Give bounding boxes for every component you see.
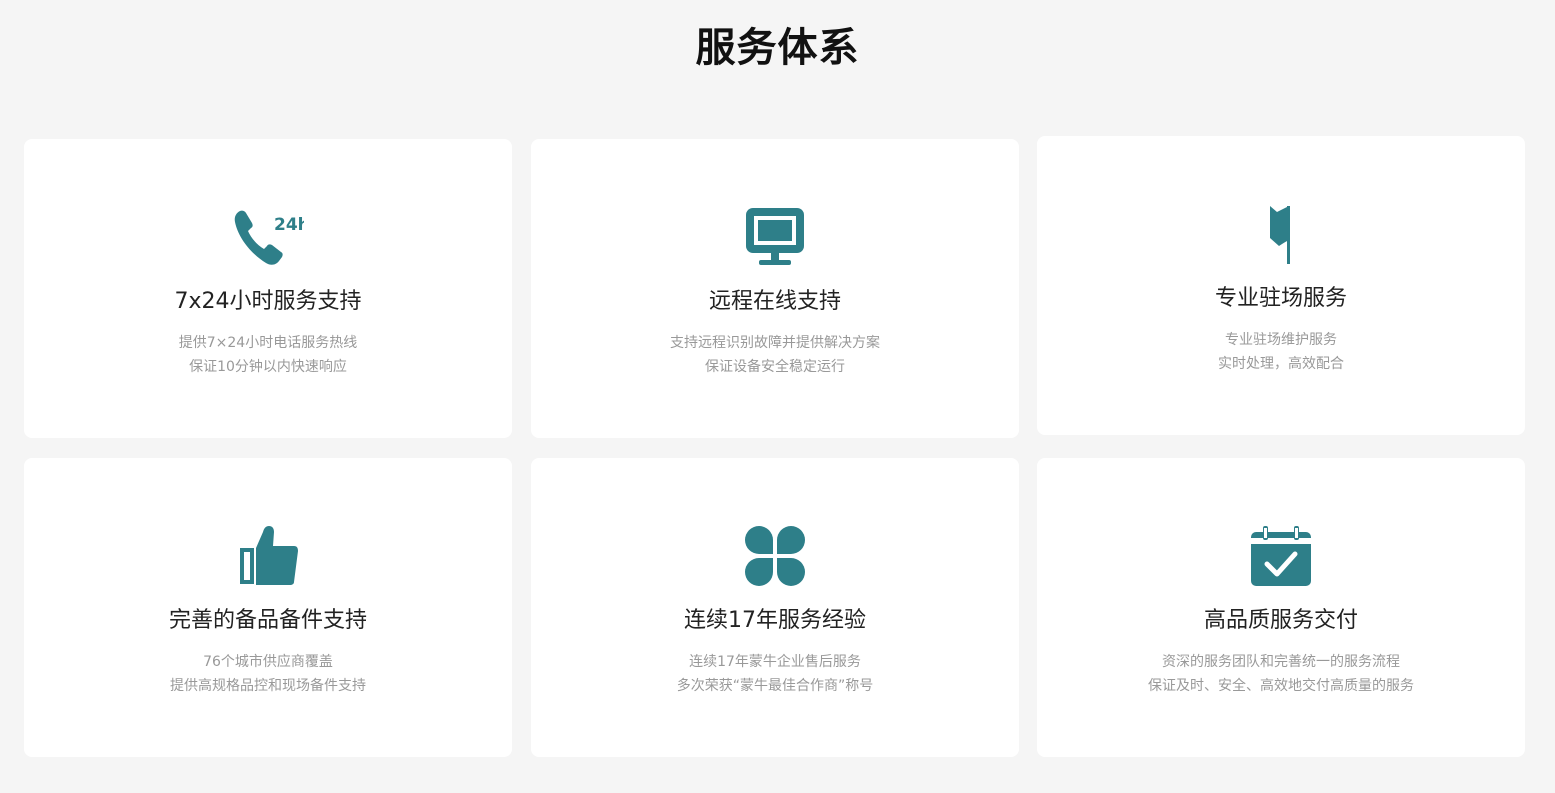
phone-24h-icon: 24h (24, 205, 512, 269)
card-title: 高品质服务交付 (1203, 608, 1358, 633)
card-title: 完善的备品备件支持 (168, 608, 367, 633)
card-desc-line-1: 连续17年蒙牛企业售后服务 (689, 654, 861, 670)
service-card-quality-delivery: 高品质服务交付 资深的服务团队和完善统一的服务流程 保证及时、安全、高效地交付高… (1037, 458, 1525, 757)
service-card-onsite-service: 专业驻场服务 专业驻场维护服务 实时处理，高效配合 (1037, 136, 1525, 435)
service-card-24h-support: 24h 7x24小时服务支持 提供7×24小时电话服务热线 保证10分钟以内快速… (24, 139, 512, 438)
card-description: 连续17年蒙牛企业售后服务 多次荣获“蒙牛最佳合作商”称号 (531, 650, 1019, 698)
card-desc-line-1: 提供7×24小时电话服务热线 (178, 335, 358, 351)
card-desc-line-1: 支持远程识别故障并提供解决方案 (670, 335, 880, 351)
card-title: 连续17年服务经验 (684, 608, 866, 633)
card-desc-line-2: 实时处理，高效配合 (1218, 356, 1344, 372)
service-card-remote-support: 远程在线支持 支持远程识别故障并提供解决方案 保证设备安全稳定运行 (531, 139, 1019, 438)
section-title: 服务体系 (695, 25, 860, 71)
card-description: 提供7×24小时电话服务热线 保证10分钟以内快速响应 (24, 331, 512, 379)
clover-icon (531, 524, 1019, 588)
card-title: 7x24小时服务支持 (174, 289, 362, 314)
service-system-page: 服务体系 24h 7x24小时服务支持 提供7×24小时电话服务热线 保证10分… (0, 0, 1555, 793)
card-desc-line-1: 资深的服务团队和完善统一的服务流程 (1162, 654, 1400, 670)
card-desc-line-2: 保证设备安全稳定运行 (705, 359, 845, 375)
card-desc-line-2: 保证10分钟以内快速响应 (189, 359, 347, 375)
card-desc-line-2: 提供高规格品控和现场备件支持 (170, 678, 366, 694)
card-description: 76个城市供应商覆盖 提供高规格品控和现场备件支持 (24, 650, 512, 698)
card-desc-line-1: 76个城市供应商覆盖 (203, 654, 333, 670)
card-desc-line-2: 多次荣获“蒙牛最佳合作商”称号 (676, 678, 874, 694)
service-card-experience: 连续17年服务经验 连续17年蒙牛企业售后服务 多次荣获“蒙牛最佳合作商”称号 (531, 458, 1019, 757)
card-description: 专业驻场维护服务 实时处理，高效配合 (1037, 328, 1525, 376)
card-title: 远程在线支持 (708, 289, 841, 314)
service-card-spare-parts: 完善的备品备件支持 76个城市供应商覆盖 提供高规格品控和现场备件支持 (24, 458, 512, 757)
flag-icon (1037, 202, 1525, 266)
calendar-check-icon (1037, 524, 1525, 588)
card-desc-line-1: 专业驻场维护服务 (1225, 332, 1337, 348)
monitor-icon (531, 205, 1019, 269)
badge-24h: 24h (274, 215, 304, 235)
card-title: 专业驻场服务 (1214, 286, 1347, 311)
card-description: 支持远程识别故障并提供解决方案 保证设备安全稳定运行 (531, 331, 1019, 379)
card-desc-line-2: 保证及时、安全、高效地交付高质量的服务 (1148, 678, 1414, 694)
thumbs-up-icon (24, 524, 512, 588)
card-description: 资深的服务团队和完善统一的服务流程 保证及时、安全、高效地交付高质量的服务 (1037, 650, 1525, 698)
